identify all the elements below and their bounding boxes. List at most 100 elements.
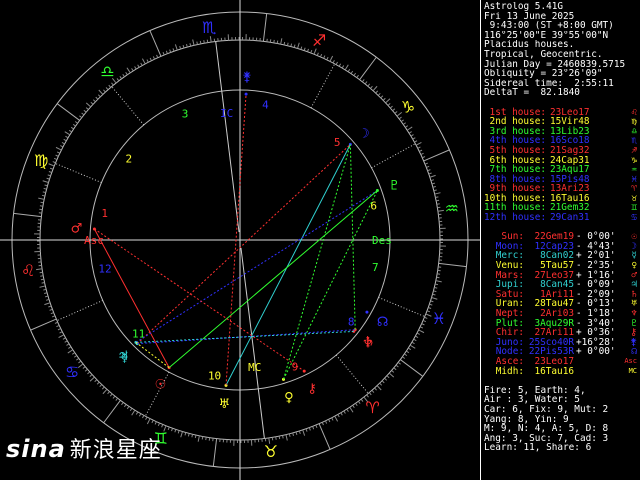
- zodiac-sign-icon: ♓: [432, 309, 446, 328]
- degree-tick: [382, 97, 386, 101]
- planet-glyph-icon: ♅: [218, 397, 230, 412]
- degree-tick: [394, 111, 398, 114]
- zodiac-sign-icon: ♒: [445, 199, 459, 218]
- degree-tick: [52, 161, 56, 164]
- degree-tick: [129, 407, 133, 412]
- degree-tick: [328, 419, 331, 423]
- house-number: 7: [372, 261, 379, 274]
- degree-tick: [125, 71, 128, 76]
- degree-tick: [116, 78, 120, 82]
- degree-tick: [51, 315, 56, 318]
- degree-tick: [199, 40, 202, 44]
- degree-tick: [303, 47, 306, 51]
- degree-tick: [115, 397, 119, 401]
- degree-tick: [205, 437, 207, 441]
- planet-glyph-icon: ☽: [358, 127, 370, 142]
- degree-tick: [424, 162, 429, 165]
- degree-tick: [416, 332, 420, 335]
- degree-tick: [43, 187, 47, 190]
- degree-tick: [95, 96, 99, 100]
- degree-tick: [346, 408, 349, 412]
- degree-tick: [341, 65, 345, 69]
- sign-divider: [149, 30, 162, 57]
- sign-divider: [212, 438, 218, 467]
- element-line: Fire: 5, Earth: 4,: [484, 385, 586, 396]
- house-number: 4: [262, 98, 269, 111]
- planet-glyph-icon: ⚷: [307, 381, 317, 396]
- house-cusp-line: [371, 143, 416, 169]
- degree-tick: [429, 303, 433, 306]
- planet-glyph-icon: ⚵: [242, 70, 252, 85]
- degree-tick: [402, 122, 407, 125]
- degree-tick: [275, 436, 277, 440]
- house-label: 12th house:: [484, 212, 547, 224]
- degree-tick: [321, 422, 324, 426]
- degree-tick: [357, 400, 361, 404]
- element-line: Learn: 11, Share: 6: [484, 443, 592, 453]
- degree-tick: [319, 53, 323, 58]
- degree-tick: [419, 149, 423, 152]
- degree-tick: [326, 56, 329, 61]
- degree-tick: [44, 184, 48, 187]
- house-number: 11: [132, 328, 145, 341]
- degree-tick: [422, 156, 426, 159]
- degree-tick: [60, 145, 64, 148]
- planet-glyph-icon: MC: [628, 366, 637, 375]
- degree-tick: [297, 42, 300, 49]
- degree-tick: [169, 49, 172, 53]
- degree-tick: [331, 417, 334, 421]
- degree-tick: [332, 60, 335, 64]
- degree-tick: [94, 379, 98, 383]
- degree-tick: [40, 201, 44, 204]
- planet-glyph-icon: ♂: [71, 222, 83, 237]
- degree-tick: [81, 112, 85, 116]
- degree-tick: [395, 364, 399, 368]
- degree-tick: [436, 276, 440, 279]
- degree-tick: [278, 436, 281, 440]
- degree-tick: [293, 44, 296, 48]
- degree-tick: [40, 278, 44, 281]
- degree-tick: [323, 55, 326, 59]
- degree-tick: [182, 44, 185, 49]
- degree-tick: [298, 430, 301, 434]
- degree-tick: [76, 357, 80, 361]
- element-line: Car: 6, Fix: 9, Mut: 2: [484, 404, 609, 415]
- degree-tick: [414, 140, 418, 143]
- degree-tick: [429, 174, 436, 178]
- degree-tick: [56, 324, 60, 328]
- degree-tick: [420, 152, 424, 156]
- degree-tick: [177, 430, 180, 434]
- degree-tick: [55, 146, 62, 151]
- degree-tick: [397, 361, 401, 365]
- degree-tick: [406, 126, 413, 131]
- degree-tick: [436, 203, 440, 205]
- sign-divider: [30, 318, 57, 331]
- degree-tick: [65, 135, 69, 139]
- degree-tick: [315, 424, 318, 429]
- degree-tick: [57, 328, 61, 331]
- planet-glyph-icon: ☊: [377, 315, 389, 330]
- degree-tick: [337, 414, 340, 418]
- degree-tick: [180, 431, 183, 438]
- degree-tick: [430, 179, 434, 182]
- degree-tick: [48, 163, 55, 167]
- degree-tick: [165, 50, 168, 54]
- degree-tick: [386, 375, 390, 379]
- degree-tick: [189, 43, 192, 47]
- degree-tick: [54, 321, 58, 324]
- degree-tick: [292, 432, 294, 436]
- degree-tick: [295, 431, 298, 436]
- element-line: Ang: 3, Suc: 7, Cad: 3: [484, 433, 609, 444]
- degree-tick: [55, 154, 59, 157]
- degree-tick: [109, 393, 113, 397]
- degree-tick: [392, 108, 396, 112]
- degree-tick: [340, 412, 343, 416]
- aspect-line: [349, 144, 356, 330]
- degree-tick: [174, 429, 177, 433]
- degree-tick: [138, 413, 142, 417]
- degree-tick: [280, 38, 283, 45]
- sign-divider: [400, 359, 424, 377]
- degree-tick: [384, 377, 388, 381]
- degree-tick: [433, 189, 437, 192]
- degree-tick: [108, 84, 112, 88]
